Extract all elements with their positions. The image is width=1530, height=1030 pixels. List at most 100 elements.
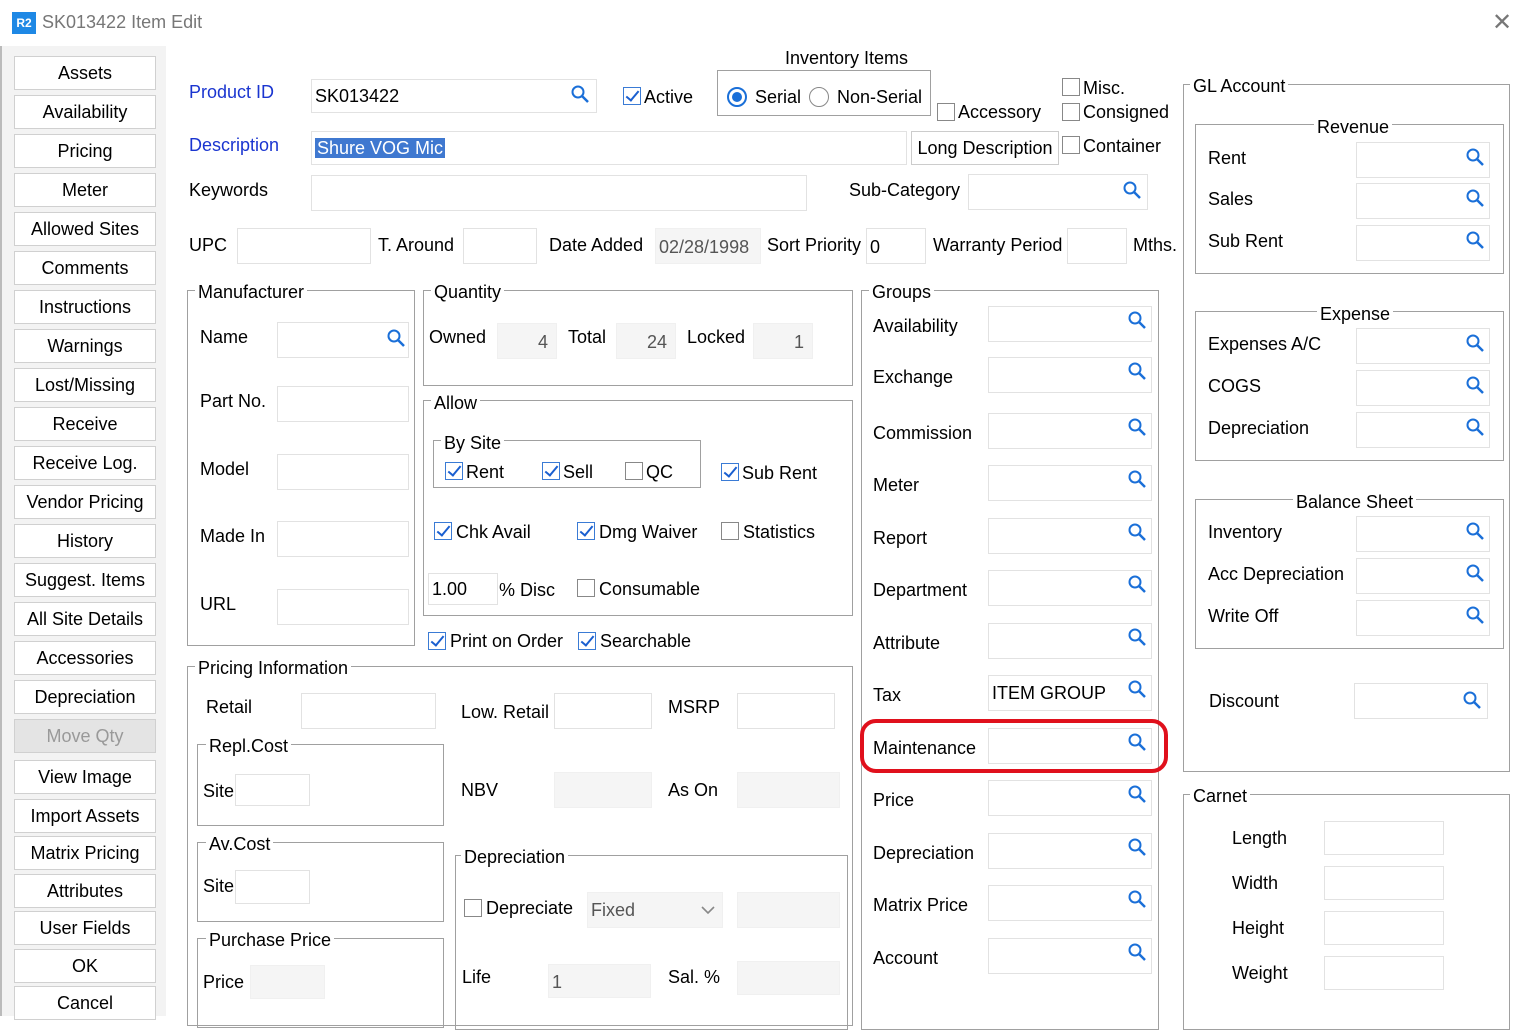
close-icon[interactable]: ✕ <box>1492 8 1512 37</box>
weight-field[interactable] <box>1324 956 1444 990</box>
nav-import-assets-button[interactable]: Import Assets <box>14 799 156 833</box>
nav-attributes-button[interactable]: Attributes <box>14 874 156 908</box>
nav-assets-button[interactable]: Assets <box>14 56 156 90</box>
nav-user-fields-button[interactable]: User Fields <box>14 911 156 945</box>
as-on-label: As On <box>668 780 719 800</box>
nav-vendor-pricing-button[interactable]: Vendor Pricing <box>14 485 156 519</box>
gl-expense-expenses-a-c-search-icon[interactable] <box>1465 333 1485 353</box>
gl-revenue-sales-search-icon[interactable] <box>1465 188 1485 208</box>
made-in-field[interactable] <box>277 521 409 557</box>
nav-instructions-button[interactable]: Instructions <box>14 290 156 324</box>
repl-site-field[interactable] <box>235 774 310 806</box>
nav-lost-missing-button[interactable]: Lost/Missing <box>14 368 156 402</box>
warranty-period-field[interactable] <box>1067 228 1127 264</box>
group-depreciation-search-icon[interactable] <box>1127 837 1147 857</box>
gl-expense-expenses-a-c-label: Expenses A/C <box>1208 334 1322 354</box>
model-field[interactable] <box>277 454 409 490</box>
sub-category-search-icon[interactable] <box>1122 180 1142 200</box>
cancel-button[interactable]: Cancel <box>14 986 156 1020</box>
group-exchange-search-icon[interactable] <box>1127 361 1147 381</box>
gl-balance-write-off-search-icon[interactable] <box>1465 605 1485 625</box>
keywords-field[interactable] <box>311 175 807 211</box>
sort-priority-field[interactable]: 0 <box>866 228 926 264</box>
rent-checkbox[interactable] <box>445 462 463 480</box>
chk-avail-checkbox[interactable] <box>434 522 452 540</box>
container-checkbox[interactable] <box>1062 136 1080 154</box>
nav-depreciation-button[interactable]: Depreciation <box>14 680 156 714</box>
retail-field[interactable] <box>301 693 436 729</box>
nav-receive-button[interactable]: Receive <box>14 407 156 441</box>
gl-revenue-sub-rent-search-icon[interactable] <box>1465 230 1485 250</box>
depreciate-checkbox[interactable] <box>464 899 482 917</box>
long-description-button[interactable]: Long Description <box>911 131 1059 165</box>
consigned-checkbox[interactable] <box>1062 103 1080 121</box>
ok-button[interactable]: OK <box>14 949 156 983</box>
msrp-field[interactable] <box>737 693 835 729</box>
av-site-field[interactable] <box>235 870 310 904</box>
active-checkbox[interactable] <box>623 87 641 105</box>
gl-revenue-rent-search-icon[interactable] <box>1465 147 1485 167</box>
print-on-order-label: Print on Order <box>450 631 564 651</box>
model-label: Model <box>200 459 250 479</box>
url-field[interactable] <box>277 589 409 625</box>
gl-expense-cogs-search-icon[interactable] <box>1465 375 1485 395</box>
product-id-search-icon[interactable] <box>570 84 590 104</box>
mfr-name-search-icon[interactable] <box>386 328 406 348</box>
print-on-order-checkbox[interactable] <box>428 632 446 650</box>
t-around-field[interactable] <box>463 228 537 264</box>
nav-accessories-button[interactable]: Accessories <box>14 641 156 675</box>
nav-allowed-sites-button[interactable]: Allowed Sites <box>14 212 156 246</box>
product-id-field[interactable]: SK013422 <box>311 79 597 113</box>
sell-checkbox[interactable] <box>542 462 560 480</box>
upc-field[interactable] <box>237 228 371 264</box>
width-field[interactable] <box>1324 866 1444 900</box>
group-meter-search-icon[interactable] <box>1127 469 1147 489</box>
group-availability-search-icon[interactable] <box>1127 310 1147 330</box>
group-attribute-search-icon[interactable] <box>1127 627 1147 647</box>
nav-meter-button[interactable]: Meter <box>14 173 156 207</box>
accessory-checkbox[interactable] <box>937 103 955 121</box>
description-field[interactable]: Shure VOG Mic <box>311 131 907 165</box>
gl-balance-acc-depreciation-search-icon[interactable] <box>1465 563 1485 583</box>
searchable-label: Searchable <box>600 631 692 651</box>
nav-comments-button[interactable]: Comments <box>14 251 156 285</box>
nav-all-site-details-button[interactable]: All Site Details <box>14 602 156 636</box>
nav-view-image-button[interactable]: View Image <box>14 760 156 794</box>
group-account-search-icon[interactable] <box>1127 942 1147 962</box>
group-price-search-icon[interactable] <box>1127 784 1147 804</box>
nav-warnings-button[interactable]: Warnings <box>14 329 156 363</box>
serial-radio[interactable] <box>727 87 747 107</box>
disc-field[interactable]: 1.00 <box>428 573 498 605</box>
nav-pricing-button[interactable]: Pricing <box>14 134 156 168</box>
length-field[interactable] <box>1324 821 1444 855</box>
nav-matrix-pricing-button[interactable]: Matrix Pricing <box>14 836 156 870</box>
nav-availability-button[interactable]: Availability <box>14 95 156 129</box>
group-matrix-price-search-icon[interactable] <box>1127 889 1147 909</box>
nav-suggest-items-button[interactable]: Suggest. Items <box>14 563 156 597</box>
nav-receive-log-button[interactable]: Receive Log. <box>14 446 156 480</box>
sub-rent-checkbox[interactable] <box>721 463 739 481</box>
consumable-checkbox[interactable] <box>577 579 595 597</box>
searchable-checkbox[interactable] <box>578 632 596 650</box>
group-department-search-icon[interactable] <box>1127 574 1147 594</box>
low-retail-field[interactable] <box>554 693 652 729</box>
group-report-search-icon[interactable] <box>1127 522 1147 542</box>
part-no-field[interactable] <box>277 386 409 422</box>
owned-field: 4 <box>497 323 557 359</box>
height-field[interactable] <box>1324 911 1444 945</box>
non-serial-radio[interactable] <box>809 87 829 107</box>
purchase-price-title: Purchase Price <box>206 930 335 951</box>
qc-checkbox[interactable] <box>625 462 643 480</box>
msrp-label: MSRP <box>668 697 721 717</box>
misc-checkbox[interactable] <box>1062 78 1080 96</box>
group-tax-search-icon[interactable] <box>1127 679 1147 699</box>
statistics-checkbox[interactable] <box>721 522 739 540</box>
dmg-waiver-checkbox[interactable] <box>577 522 595 540</box>
gl-expense-depreciation-search-icon[interactable] <box>1465 417 1485 437</box>
sub-category-field[interactable] <box>968 174 1148 210</box>
group-commission-search-icon[interactable] <box>1127 417 1147 437</box>
nav-history-button[interactable]: History <box>14 524 156 558</box>
discount-search-icon[interactable] <box>1462 690 1482 710</box>
gl-balance-inventory-search-icon[interactable] <box>1465 521 1485 541</box>
dmg-waiver-label: Dmg Waiver <box>599 522 698 542</box>
